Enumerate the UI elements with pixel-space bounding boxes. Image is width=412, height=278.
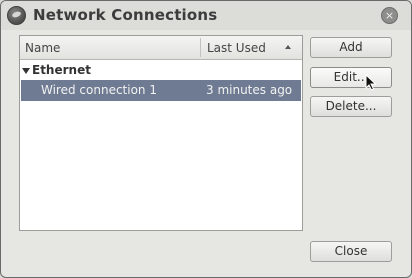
close-window-button[interactable]: ×	[381, 7, 398, 24]
connection-last-used: 3 minutes ago	[206, 83, 293, 97]
connection-row-wired-1[interactable]: Wired connection 1 3 minutes ago	[21, 80, 301, 101]
network-icon	[7, 6, 26, 25]
sort-ascending-icon	[285, 45, 291, 49]
add-button[interactable]: Add	[310, 37, 392, 58]
group-ethernet[interactable]: Ethernet	[20, 62, 302, 80]
column-header-last-used[interactable]: Last Used	[207, 41, 266, 55]
column-header-name[interactable]: Name	[25, 41, 60, 55]
title-bar[interactable]: Network Connections ×	[1, 1, 411, 30]
network-connections-dialog: Network Connections × Name Last Used Eth…	[0, 0, 412, 278]
expander-down-icon[interactable]	[22, 68, 30, 74]
list-header: Name Last Used	[20, 36, 302, 60]
window-title: Network Connections	[33, 6, 218, 24]
mouse-pointer-icon	[365, 74, 377, 91]
delete-button[interactable]: Delete...	[310, 96, 392, 117]
close-button[interactable]: Close	[310, 241, 392, 262]
group-label: Ethernet	[32, 63, 91, 77]
connection-name: Wired connection 1	[41, 83, 157, 97]
edit-button[interactable]: Edit...	[310, 67, 392, 88]
connections-list[interactable]: Name Last Used Ethernet Wired connection…	[19, 35, 303, 231]
column-separator[interactable]	[200, 38, 201, 57]
